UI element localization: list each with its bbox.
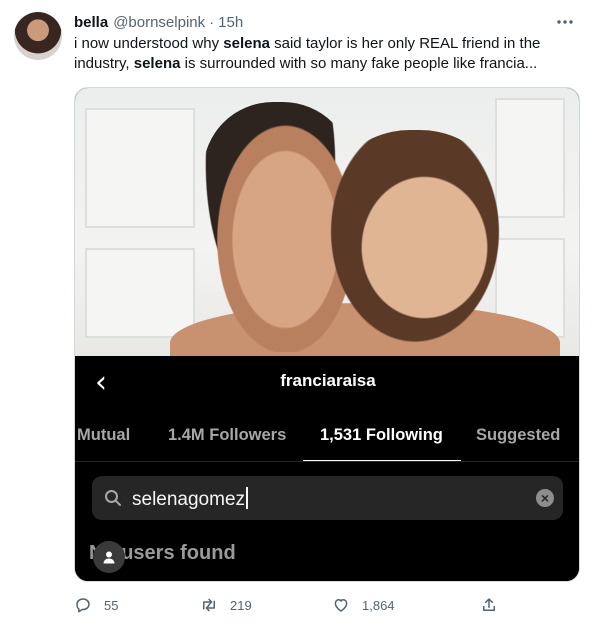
author-name[interactable]: bella bbox=[74, 14, 108, 31]
heart-icon bbox=[334, 599, 348, 612]
tab-mutual: Mutual bbox=[77, 426, 131, 444]
instagram-following-screenshot: ‹ franciaraisa Mutual 1.4M Followers 1,5… bbox=[75, 356, 579, 581]
active-tab-indicator bbox=[303, 460, 461, 461]
tweet-header: bella @bornselpink · 15h bbox=[74, 12, 243, 32]
text-caret bbox=[246, 487, 249, 509]
share-icon bbox=[483, 598, 495, 611]
tweet-text-bold-selena-2: selena bbox=[133, 55, 181, 72]
retweet-icon bbox=[203, 598, 215, 612]
profile-username: franciaraisa bbox=[280, 371, 376, 390]
photo-two-women bbox=[75, 88, 579, 356]
tabs-divider bbox=[75, 461, 579, 462]
reply-count: 55 bbox=[104, 597, 119, 613]
search-input-value: selenagomez bbox=[132, 487, 249, 511]
tab-followers: 1.4M Followers bbox=[168, 426, 287, 444]
share-button[interactable] bbox=[480, 593, 510, 617]
more-options-icon[interactable] bbox=[556, 13, 574, 31]
like-count: 1,864 bbox=[362, 597, 395, 613]
separator-dot: · bbox=[209, 13, 215, 31]
tweet-text-bold-selena-1: selena bbox=[223, 35, 270, 52]
tweet-media[interactable]: ‹ franciaraisa Mutual 1.4M Followers 1,5… bbox=[74, 87, 580, 582]
person-icon bbox=[93, 541, 125, 573]
avatar[interactable] bbox=[14, 12, 62, 60]
reply-icon bbox=[76, 598, 90, 613]
follow-tabs: Mutual 1.4M Followers 1,531 Following Su… bbox=[75, 426, 579, 462]
tweet-text-part-5: is surrounded with so many fake people l… bbox=[180, 55, 538, 72]
tweet-text-part-1: i now understood why bbox=[74, 35, 224, 52]
tab-suggested: Suggested bbox=[476, 426, 561, 444]
tweet-timestamp[interactable]: 15h bbox=[218, 14, 243, 31]
reply-button[interactable]: 55 bbox=[74, 593, 118, 617]
tweet[interactable]: bella @bornselpink · 15h i now understoo… bbox=[0, 0, 594, 629]
like-button[interactable]: 1,864 bbox=[332, 593, 395, 617]
author-handle[interactable]: @bornselpink bbox=[113, 14, 205, 31]
tab-following: 1,531 Following bbox=[320, 426, 443, 444]
tweet-actions: 55 219 1,864 bbox=[74, 593, 514, 617]
tweet-text: i now understood why selena said taylor … bbox=[74, 34, 574, 74]
retweet-button[interactable]: 219 bbox=[200, 593, 252, 617]
search-icon bbox=[105, 490, 121, 506]
retweet-count: 219 bbox=[230, 597, 252, 613]
search-bar: selenagomez × bbox=[92, 476, 563, 520]
clear-search-icon: × bbox=[536, 489, 554, 507]
